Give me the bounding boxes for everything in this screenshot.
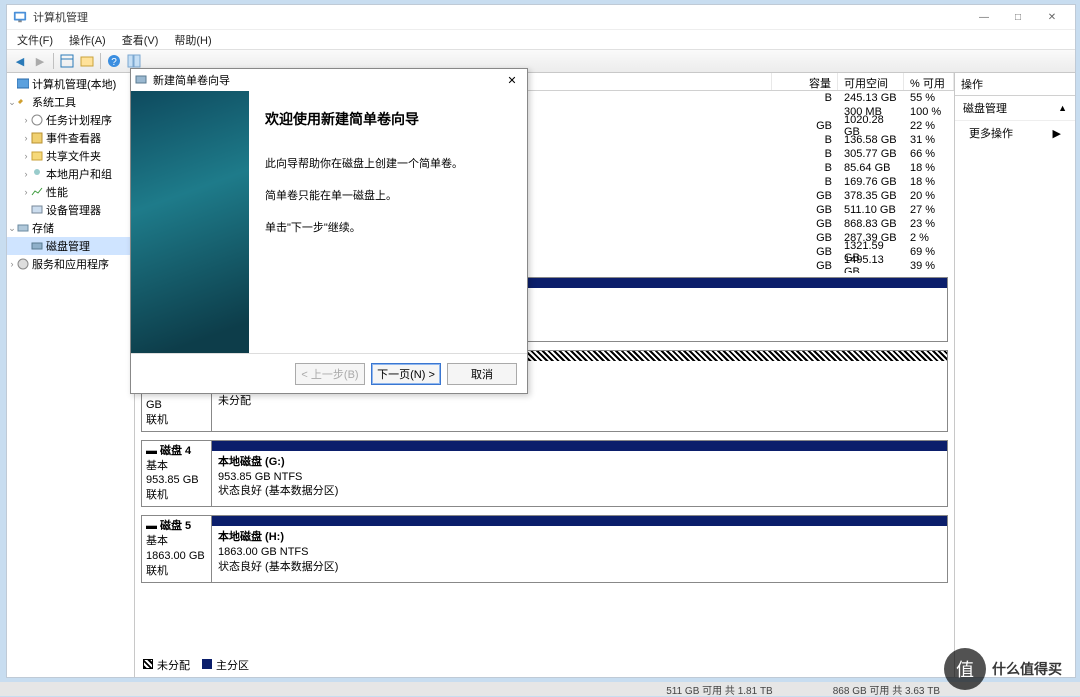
tree-services[interactable]: ›服务和应用程序 (7, 255, 134, 273)
clock-icon (31, 114, 43, 126)
wizard-heading: 欢迎使用新建简单卷向导 (265, 109, 511, 129)
watermark-icon: 值 (944, 648, 986, 690)
tree-task-scheduler[interactable]: ›任务计划程序 (7, 111, 134, 129)
tree-storage[interactable]: ⌄存储 (7, 219, 134, 237)
wizard-buttons: < 上一步(B) 下一页(N) > 取消 (131, 353, 527, 393)
properties-icon[interactable] (78, 52, 96, 70)
view-icon[interactable] (58, 52, 76, 70)
tree-local-users[interactable]: ›本地用户和组 (7, 165, 134, 183)
event-icon (31, 132, 43, 144)
tree-device-manager[interactable]: 设备管理器 (7, 201, 134, 219)
maximize-button[interactable]: □ (1001, 6, 1035, 28)
col-capacity[interactable]: 容量 (772, 73, 838, 90)
legend: 未分配 主分区 (135, 653, 954, 677)
legend-unallocated-icon (143, 659, 153, 669)
nav-tree[interactable]: 计算机管理(本地) ⌄系统工具 ›任务计划程序 ›事件查看器 ›共享文件夹 ›本… (7, 73, 135, 677)
volume-block[interactable]: 本地磁盘 (G:) 953.85 GB NTFS 状态良好 (基本数据分区) (212, 451, 947, 506)
chevron-up-icon: ▲ (1058, 103, 1067, 113)
wizard-close-button[interactable]: ✕ (501, 74, 523, 87)
tools-icon (17, 96, 29, 108)
wizard-title: 新建简单卷向导 (153, 72, 230, 88)
back-button: < 上一步(B) (295, 363, 365, 385)
disk-icon (31, 240, 43, 252)
minimize-button[interactable]: ― (967, 6, 1001, 28)
menu-file[interactable]: 文件(F) (11, 30, 59, 50)
svg-text:?: ? (111, 57, 117, 68)
back-icon[interactable]: ◀ (11, 52, 29, 70)
services-icon (17, 258, 29, 270)
tree-disk-management[interactable]: 磁盘管理 (7, 237, 134, 255)
window-title: 计算机管理 (33, 9, 967, 25)
perf-icon (31, 186, 43, 198)
tree-event-viewer[interactable]: ›事件查看器 (7, 129, 134, 147)
close-button[interactable]: ✕ (1035, 6, 1069, 28)
wizard-content: 欢迎使用新建简单卷向导 此向导帮助你在磁盘上创建一个简单卷。 简单卷只能在单一磁… (249, 91, 527, 353)
disk-icon (135, 73, 149, 87)
folder-icon (31, 150, 43, 162)
disk-row[interactable]: ▬磁盘 4 基本 953.85 GB 联机 本地磁盘 (G:) 953.85 G… (141, 440, 948, 507)
computer-icon (17, 78, 29, 90)
wizard-titlebar[interactable]: 新建简单卷向导 ✕ (131, 69, 527, 91)
forward-icon[interactable]: ▶ (31, 52, 49, 70)
actions-diskmgmt[interactable]: 磁盘管理▲ (955, 96, 1075, 121)
help-icon[interactable]: ? (105, 52, 123, 70)
chevron-right-icon: ▶ (1053, 127, 1061, 140)
menu-action[interactable]: 操作(A) (63, 30, 112, 50)
next-button[interactable]: 下一页(N) > (371, 363, 441, 385)
actions-more[interactable]: 更多操作▶ (955, 121, 1075, 145)
menu-help[interactable]: 帮助(H) (168, 30, 217, 50)
tree-performance[interactable]: ›性能 (7, 183, 134, 201)
tree-root[interactable]: 计算机管理(本地) (7, 75, 134, 93)
menubar: 文件(F) 操作(A) 查看(V) 帮助(H) (7, 29, 1075, 49)
taskbar-fragment: 511 GB 可用 共 1.81 TB 868 GB 可用 共 3.63 TB (0, 682, 1080, 696)
disk-info: ▬磁盘 5 基本 1863.00 GB 联机 (142, 516, 212, 581)
col-free[interactable]: 可用空间 (838, 73, 904, 90)
actions-panel: 操作 磁盘管理▲ 更多操作▶ (955, 73, 1075, 677)
disk-info: ▬磁盘 4 基本 953.85 GB 联机 (142, 441, 212, 506)
wizard-dialog: 新建简单卷向导 ✕ 欢迎使用新建简单卷向导 此向导帮助你在磁盘上创建一个简单卷。… (130, 68, 528, 394)
col-pct[interactable]: % 可用 (904, 73, 954, 90)
volume-block[interactable]: 本地磁盘 (H:) 1863.00 GB NTFS 状态良好 (基本数据分区) (212, 526, 947, 581)
menu-view[interactable]: 查看(V) (116, 30, 165, 50)
disk-row[interactable]: ▬磁盘 5 基本 1863.00 GB 联机 本地磁盘 (H:) 1863.00… (141, 515, 948, 582)
users-icon (31, 168, 43, 180)
wizard-side-banner (131, 91, 249, 353)
watermark: 值 什么值得买 (944, 648, 1062, 690)
cancel-button[interactable]: 取消 (447, 363, 517, 385)
device-icon (31, 204, 43, 216)
storage-icon (17, 222, 29, 234)
app-icon (13, 10, 27, 24)
legend-primary-icon (202, 659, 212, 669)
tree-shared-folders[interactable]: ›共享文件夹 (7, 147, 134, 165)
tree-system-tools[interactable]: ⌄系统工具 (7, 93, 134, 111)
titlebar: 计算机管理 ― □ ✕ (7, 5, 1075, 29)
actions-header: 操作 (955, 73, 1075, 96)
